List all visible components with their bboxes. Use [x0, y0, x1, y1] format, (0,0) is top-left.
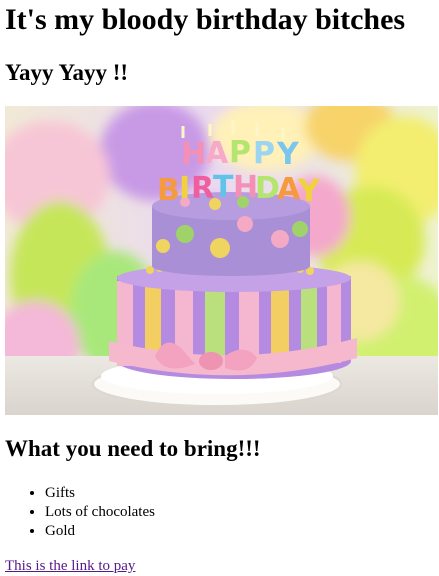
svg-text:R: R: [191, 171, 214, 206]
svg-text:Y: Y: [276, 137, 300, 172]
page-subtitle: Yayy Yayy !!: [5, 60, 129, 85]
svg-text:B: B: [157, 173, 180, 208]
page-title: It's my bloody birthday bitches: [5, 3, 406, 36]
birthday-cake-image: H A P P Y B I R T H D A Y: [5, 106, 438, 415]
list-item: Gifts: [45, 484, 155, 503]
pay-link[interactable]: This is the link to pay: [5, 557, 135, 576]
svg-text:Y: Y: [297, 174, 321, 209]
svg-text:P: P: [229, 135, 251, 170]
candle-topper-birthday: B I R T H D A Y: [157, 170, 321, 209]
svg-text:H: H: [181, 137, 206, 172]
bring-heading: What you need to bring!!!: [5, 436, 261, 461]
bring-list: Gifts Lots of chocolates Gold: [0, 484, 155, 541]
svg-text:A: A: [205, 136, 229, 171]
svg-text:P: P: [253, 136, 275, 171]
list-item: Gold: [45, 522, 155, 541]
svg-text:T: T: [213, 170, 234, 205]
list-item: Lots of chocolates: [45, 503, 155, 522]
svg-text:I: I: [179, 171, 190, 206]
